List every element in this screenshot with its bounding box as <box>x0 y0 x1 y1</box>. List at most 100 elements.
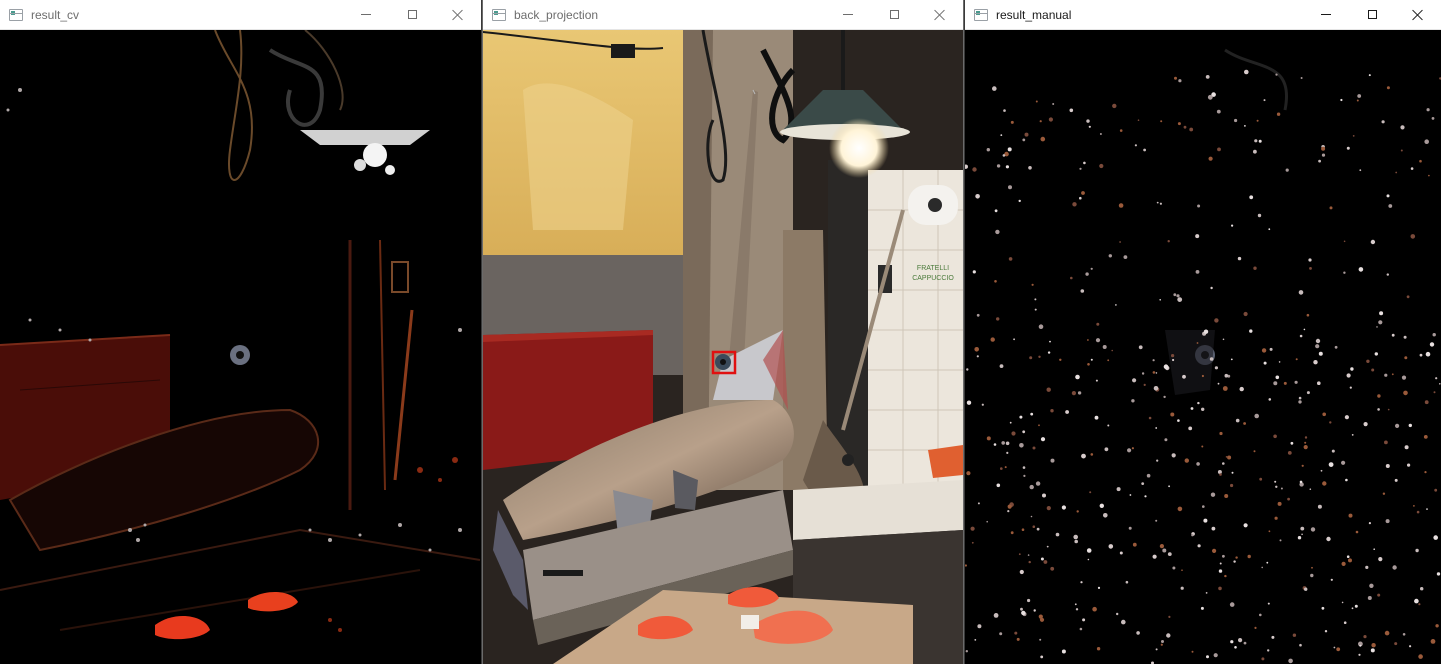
window-back-projection[interactable]: back_projection FRATELLI CAPPUCCIO <box>482 0 964 664</box>
speckle-dot <box>1008 185 1012 190</box>
speckle-dot <box>1315 338 1321 344</box>
speckle-dot <box>1197 204 1201 208</box>
speckle-dot <box>1298 396 1302 400</box>
speckle-dot <box>1222 554 1225 558</box>
speckle-dot <box>986 436 991 441</box>
speckle-dot <box>1070 276 1073 280</box>
speckle-dot <box>1069 108 1074 113</box>
speckle-dot <box>1009 421 1012 424</box>
speckle-dot <box>1263 99 1266 102</box>
speckle-dot <box>1002 154 1006 157</box>
speckle-dot <box>1341 561 1346 567</box>
speckle-dot <box>1295 358 1298 361</box>
speckle-dot <box>1343 240 1346 243</box>
speckle-dot <box>1083 161 1086 165</box>
speckle-dot <box>1424 139 1429 144</box>
speckle-dot <box>1108 254 1112 258</box>
speckle-dot <box>1243 641 1247 645</box>
speckle-dot <box>1267 649 1270 652</box>
titlebar[interactable]: back_projection <box>483 0 963 30</box>
speckle-dot <box>1367 596 1372 600</box>
minimize-button[interactable] <box>825 0 871 30</box>
minimize-button[interactable] <box>343 0 389 30</box>
speckle-dot <box>1036 527 1040 531</box>
speckle-dot <box>1095 338 1101 343</box>
speckle-dot <box>1385 519 1390 524</box>
speckle-dot <box>1263 361 1267 365</box>
speckle-dot <box>1018 553 1021 556</box>
speckle-dot <box>1382 492 1386 495</box>
speckle-dot <box>1219 473 1222 476</box>
speckle-dot <box>1395 423 1400 428</box>
speckle-dot <box>1080 581 1083 584</box>
speckle-dot <box>1159 202 1162 205</box>
speckle-dot <box>1392 565 1397 570</box>
close-button[interactable] <box>435 0 481 30</box>
speckle-dot <box>1118 203 1124 208</box>
maximize-button[interactable] <box>389 0 435 30</box>
speckle-dot <box>1173 293 1177 297</box>
speckle-dot <box>1343 621 1347 624</box>
speckle-dot <box>1299 334 1303 338</box>
close-button[interactable] <box>917 0 963 30</box>
window-title: result_manual <box>996 7 1072 22</box>
result-manual-image <box>965 30 1441 664</box>
speckle-dot <box>1005 441 1010 446</box>
speckle-dot <box>1177 297 1183 302</box>
speckle-dot <box>1283 381 1287 385</box>
speckle-dot <box>1358 267 1364 272</box>
minimize-button[interactable] <box>1303 0 1349 30</box>
speckle-dot <box>1403 335 1407 339</box>
window-result-manual[interactable]: result_manual <box>965 0 1441 664</box>
speckle-dot <box>1436 572 1441 576</box>
speckle-dot <box>1231 224 1234 227</box>
speckle-dot <box>1424 471 1427 474</box>
speckle-dot <box>976 313 980 317</box>
speckle-dot <box>1167 552 1172 556</box>
speckle-dot <box>995 229 1000 235</box>
speckle-dot <box>1317 504 1322 509</box>
titlebar[interactable]: result_manual <box>965 0 1441 30</box>
speckle-dot <box>1171 453 1176 458</box>
speckle-dot <box>1306 313 1310 317</box>
speckle-dot <box>1074 603 1077 606</box>
speckle-dot <box>1153 386 1159 391</box>
speckle-dot <box>966 471 971 476</box>
speckle-dot <box>1155 519 1158 522</box>
speckle-dot <box>1160 643 1163 646</box>
speckle-dot <box>1222 386 1228 391</box>
speckle-dot <box>1129 494 1132 496</box>
speckle-dot <box>1022 138 1026 142</box>
speckle-dot <box>1324 630 1328 633</box>
speckle-dot <box>1371 643 1376 648</box>
speckle-dot <box>1090 453 1094 456</box>
speckle-dot <box>1128 526 1132 530</box>
speckle-dot <box>1257 213 1262 218</box>
speckle-dot <box>1141 482 1145 485</box>
speckle-dot <box>1247 554 1251 559</box>
speckle-dot <box>1235 418 1240 423</box>
speckle-dot <box>1040 136 1046 142</box>
speckle-dot <box>1079 196 1082 200</box>
titlebar[interactable]: result_cv <box>0 0 481 30</box>
speckle-dot <box>1373 548 1375 550</box>
speckle-dot <box>1259 613 1262 617</box>
speckle-dot <box>1345 478 1348 482</box>
speckle-dot <box>1386 194 1390 198</box>
speckle-dot <box>1152 554 1157 559</box>
speckle-dot <box>1304 587 1308 591</box>
window-result-cv[interactable]: result_cv <box>0 0 481 664</box>
maximize-button[interactable] <box>871 0 917 30</box>
speckle-dot <box>1203 329 1209 334</box>
close-button[interactable] <box>1395 0 1441 30</box>
speckle-dot <box>1197 544 1201 548</box>
speckle-dot <box>965 650 968 653</box>
speckle-dot <box>1298 400 1302 404</box>
speckle-dot <box>1046 387 1051 392</box>
speckle-dot <box>1230 483 1234 488</box>
speckle-dot <box>1415 548 1419 553</box>
speckle-dot <box>1184 458 1189 463</box>
speckle-dot <box>1369 583 1374 588</box>
maximize-button[interactable] <box>1349 0 1395 30</box>
speckle-dot <box>1092 606 1097 612</box>
